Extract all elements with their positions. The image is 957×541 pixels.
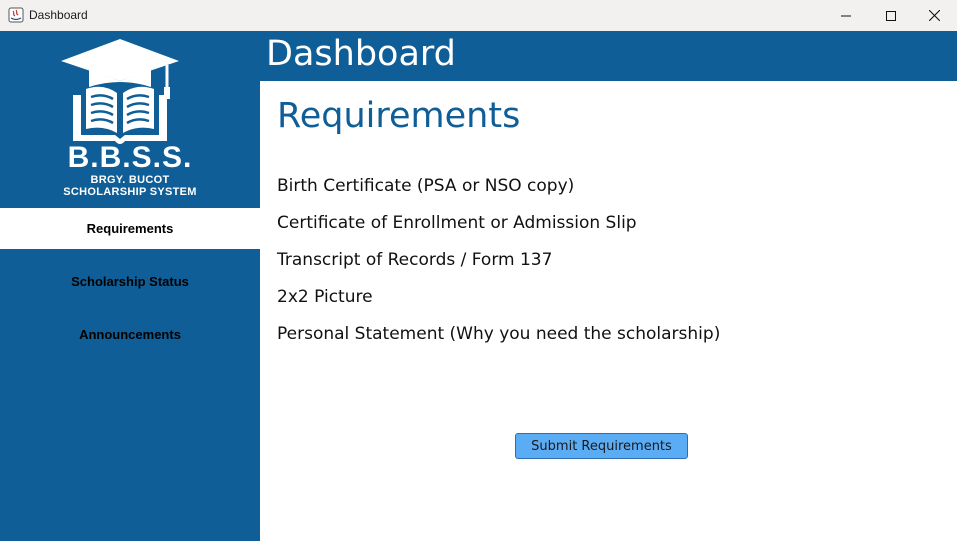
graduation-cap-book-icon [61, 39, 179, 144]
minimize-icon [841, 15, 851, 16]
page-header: Dashboard [260, 31, 957, 81]
maximize-button[interactable] [868, 0, 914, 31]
window-title: Dashboard [29, 8, 88, 22]
requirement-item: Transcript of Records / Form 137 [277, 250, 553, 270]
requirement-item: 2x2 Picture [277, 287, 373, 307]
sidebar-item-announcements[interactable]: Announcements [0, 314, 260, 355]
java-app-icon [8, 7, 24, 23]
window-titlebar: Dashboard [0, 0, 957, 31]
sidebar-item-scholarship-status[interactable]: Scholarship Status [0, 261, 260, 302]
sidebar-item-requirements[interactable]: Requirements [0, 208, 260, 249]
requirement-item: Certificate of Enrollment or Admission S… [277, 213, 637, 233]
close-icon [928, 10, 940, 21]
page-title: Requirements [277, 96, 521, 136]
sidebar: B.B.S.S. BRGY. BUCOT SCHOLARSHIP SYSTEM … [0, 31, 260, 541]
requirement-item: Personal Statement (Why you need the sch… [277, 324, 721, 344]
brand-line-2: SCHOLARSHIP SYSTEM [63, 186, 197, 198]
requirement-item: Birth Certificate (PSA or NSO copy) [277, 176, 575, 196]
minimize-button[interactable] [823, 0, 869, 31]
submit-requirements-button[interactable]: Submit Requirements [515, 433, 688, 459]
maximize-icon [886, 10, 896, 21]
close-button[interactable] [911, 0, 957, 31]
brand-acronym: B.B.S.S. [67, 141, 193, 174]
header-title: Dashboard [266, 34, 456, 74]
